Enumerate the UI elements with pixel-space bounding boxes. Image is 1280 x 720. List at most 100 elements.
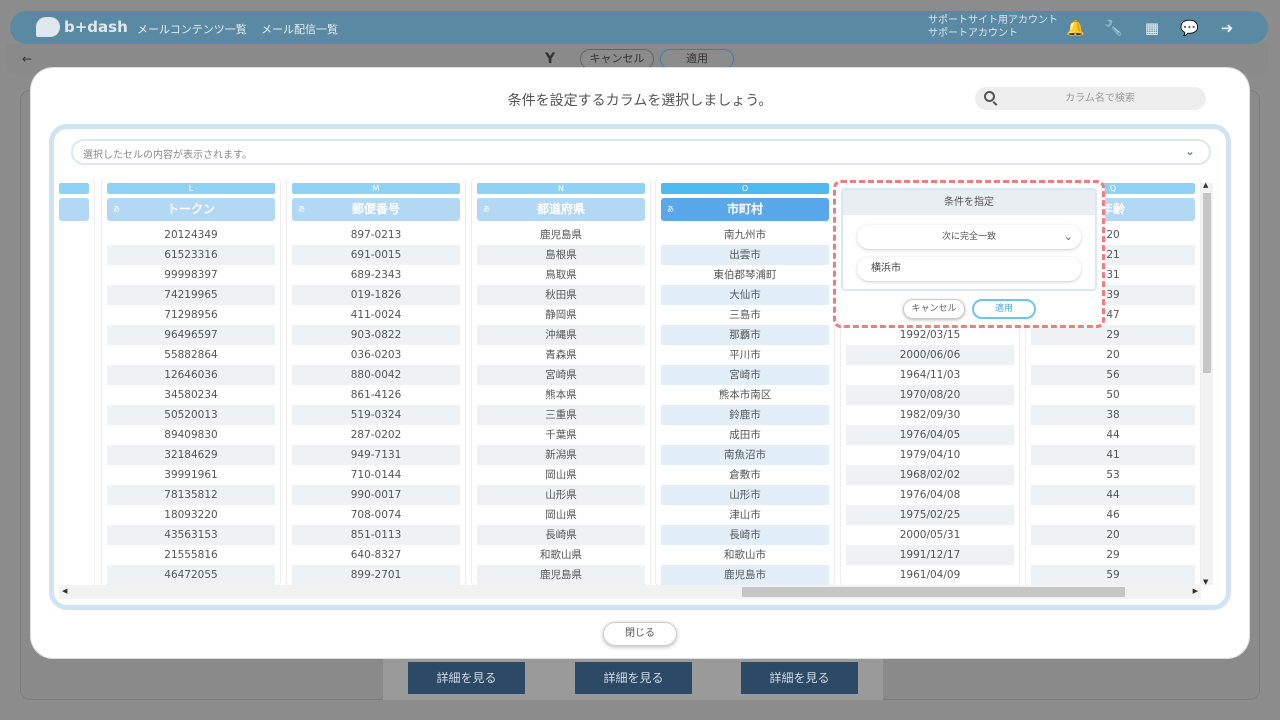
condition-apply-button[interactable]: 適用 [972, 299, 1036, 319]
table-cell[interactable]: 46 [1031, 505, 1195, 525]
table-cell[interactable]: 74219965 [107, 285, 275, 305]
table-cell[interactable]: 鈴鹿市 [661, 405, 829, 425]
column-header[interactable]: あ 都道府県 [477, 198, 645, 221]
scroll-down-icon[interactable]: ▼ [1203, 578, 1208, 586]
table-cell[interactable]: 1982/09/30 [846, 405, 1014, 425]
table-cell[interactable]: 689-2343 [292, 265, 460, 285]
column-header[interactable] [59, 198, 89, 221]
table-cell[interactable]: 千葉県 [477, 425, 645, 445]
table-cell[interactable]: 1964/11/03 [846, 365, 1014, 385]
table-cell[interactable]: 32184629 [107, 445, 275, 465]
scroll-left-icon[interactable]: ◀ [62, 587, 67, 595]
table-cell[interactable]: 熊本県 [477, 385, 645, 405]
filter-icon[interactable]: Y [545, 51, 555, 67]
table-cell[interactable]: 59 [1031, 565, 1195, 585]
table-cell[interactable]: 29 [1031, 545, 1195, 565]
scroll-right-icon[interactable]: ▶ [1193, 587, 1198, 595]
table-cell[interactable]: 036-0203 [292, 345, 460, 365]
table-cell[interactable]: 山形市 [661, 485, 829, 505]
table-cell[interactable]: 1968/02/02 [846, 465, 1014, 485]
logout-icon[interactable]: ➜ [1218, 19, 1236, 37]
chat-icon[interactable]: 💬 [1180, 19, 1199, 37]
table-cell[interactable]: 鹿児島市 [661, 565, 829, 585]
condition-cancel-button[interactable]: キャンセル [903, 299, 965, 319]
table-cell[interactable]: 和歌山市 [661, 545, 829, 565]
table-cell[interactable]: 949-7131 [292, 445, 460, 465]
bg-apply-button[interactable]: 適用 [660, 49, 734, 69]
table-cell[interactable]: 20 [1031, 525, 1195, 545]
bell-icon[interactable]: 🔔 [1066, 19, 1085, 37]
column-search[interactable] [975, 87, 1206, 110]
table-cell[interactable]: 411-0024 [292, 305, 460, 325]
table-cell[interactable]: 29 [1031, 325, 1195, 345]
table-cell[interactable]: 99998397 [107, 265, 275, 285]
table-cell[interactable]: 1992/03/15 [846, 325, 1014, 345]
detail-button-1[interactable]: 詳細を見る [408, 662, 525, 694]
table-cell[interactable]: 287-0202 [292, 425, 460, 445]
table-cell[interactable]: 44 [1031, 425, 1195, 445]
table-cell[interactable]: 長崎市 [661, 525, 829, 545]
table-cell[interactable]: 山形県 [477, 485, 645, 505]
table-cell[interactable]: 851-0113 [292, 525, 460, 545]
table-cell[interactable]: 38 [1031, 405, 1195, 425]
table-cell[interactable]: 44 [1031, 485, 1195, 505]
table-cell[interactable]: 大仙市 [661, 285, 829, 305]
table-cell[interactable]: 三島市 [661, 305, 829, 325]
table-cell[interactable]: 1991/12/17 [846, 545, 1014, 565]
table-cell[interactable]: 沖縄県 [477, 325, 645, 345]
condition-value-input[interactable]: 横浜市 [857, 257, 1081, 281]
table-cell[interactable]: 34580234 [107, 385, 275, 405]
table-cell[interactable]: 899-2701 [292, 565, 460, 585]
table-cell[interactable]: 61523316 [107, 245, 275, 265]
table-cell[interactable]: 21555816 [107, 545, 275, 565]
table-cell[interactable]: 南九州市 [661, 225, 829, 245]
table-cell[interactable]: 南魚沼市 [661, 445, 829, 465]
table-cell[interactable]: 43563153 [107, 525, 275, 545]
table-cell[interactable]: 861-4126 [292, 385, 460, 405]
table-cell[interactable]: 鳥取県 [477, 265, 645, 285]
table-cell[interactable]: 鹿児島県 [477, 225, 645, 245]
column-header[interactable]: あ 郵便番号 [292, 198, 460, 221]
table-cell[interactable]: 1976/04/08 [846, 485, 1014, 505]
table-cell[interactable]: 019-1826 [292, 285, 460, 305]
table-cell[interactable]: 50520013 [107, 405, 275, 425]
table-cell[interactable]: 20 [1031, 345, 1195, 365]
table-cell[interactable]: 708-0074 [292, 505, 460, 525]
wrench-icon[interactable]: 🔧 [1104, 19, 1123, 37]
table-cell[interactable]: 89409830 [107, 425, 275, 445]
table-cell[interactable]: 41 [1031, 445, 1195, 465]
table-cell[interactable]: 成田市 [661, 425, 829, 445]
table-cell[interactable]: 1979/04/10 [846, 445, 1014, 465]
table-cell[interactable]: 東伯郡琴浦町 [661, 265, 829, 285]
cell-preview-bar[interactable]: 選択したセルの内容が表示されます。 ⌄ [71, 139, 1211, 165]
column-postal-code[interactable]: M あ 郵便番号 897-0213 691-0015 689-2343 019-1826… [286, 177, 466, 587]
column-header[interactable]: あ 市町村 [661, 198, 829, 221]
table-cell[interactable]: 宮崎市 [661, 365, 829, 385]
chevron-down-icon[interactable]: ⌄ [1185, 144, 1195, 158]
table-cell[interactable]: 岡山県 [477, 465, 645, 485]
vertical-scrollbar[interactable]: ▲ ▼ [1201, 181, 1213, 586]
table-cell[interactable]: 長崎県 [477, 525, 645, 545]
table-cell[interactable]: 55882864 [107, 345, 275, 365]
table-cell[interactable]: 1961/04/09 [846, 565, 1014, 585]
table-cell[interactable]: 50 [1031, 385, 1195, 405]
table-cell[interactable]: 56 [1031, 365, 1195, 385]
table-cell[interactable]: 出雲市 [661, 245, 829, 265]
column-search-input[interactable] [1005, 87, 1195, 110]
horizontal-scroll-thumb[interactable] [742, 587, 1125, 597]
table-cell[interactable]: 1970/08/20 [846, 385, 1014, 405]
table-cell[interactable]: 897-0213 [292, 225, 460, 245]
column-header[interactable]: あ トークン [107, 198, 275, 221]
bg-cancel-button[interactable]: キャンセル [580, 49, 654, 69]
close-button[interactable]: 閉じる [603, 622, 677, 646]
column-token[interactable]: L あ トークン 20124349 61523316 99998397 74219965… [101, 177, 281, 587]
vertical-scroll-thumb[interactable] [1203, 193, 1211, 373]
table-cell[interactable]: 39991961 [107, 465, 275, 485]
scroll-up-icon[interactable]: ▲ [1203, 181, 1208, 189]
apps-grid-icon[interactable]: ▦ [1143, 19, 1161, 37]
table-cell[interactable]: 津山市 [661, 505, 829, 525]
nav-mail-delivery[interactable]: メール配信一覧 [261, 21, 338, 37]
table-cell[interactable]: 880-0042 [292, 365, 460, 385]
table-cell[interactable]: 青森県 [477, 345, 645, 365]
nav-mail-contents[interactable]: メールコンテンツ一覧 [137, 21, 247, 37]
